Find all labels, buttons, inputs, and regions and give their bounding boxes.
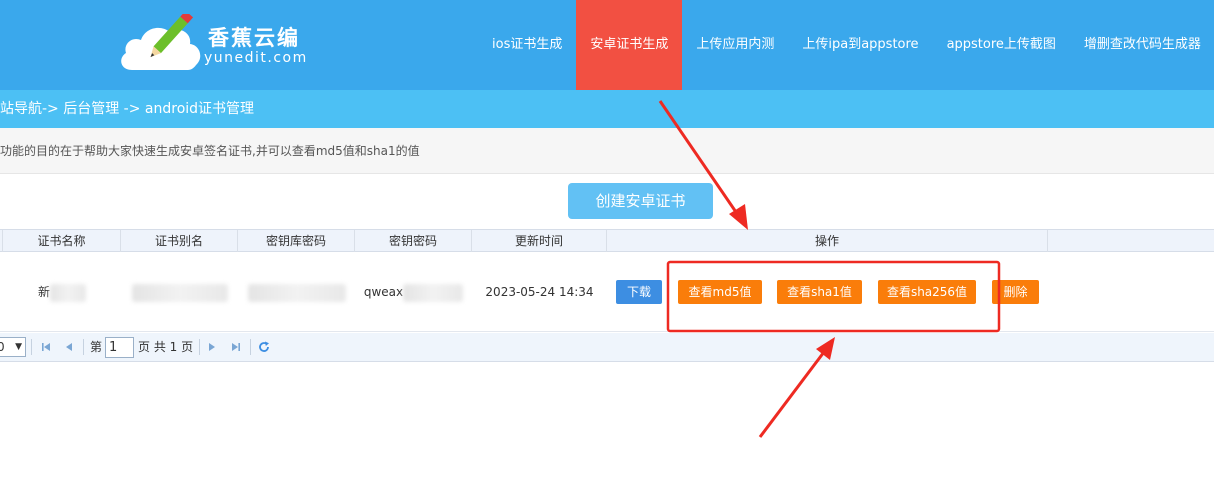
pagination-bar: 0 ▼ 第 1 页 共 1 页 — [0, 333, 1214, 362]
page-size-value: 0 — [0, 340, 5, 354]
cell-key-password: qweax — [355, 252, 472, 332]
brand-logo[interactable]: 香蕉云编 yunedit.com — [118, 14, 318, 78]
refresh-icon[interactable] — [257, 340, 271, 354]
brand-title: 香蕉云编 — [208, 26, 300, 50]
first-page-icon[interactable] — [39, 340, 53, 354]
delete-button[interactable]: 删除 — [992, 280, 1039, 304]
page-label-suffix: 页 共 1 页 — [138, 340, 194, 354]
col-header-alias[interactable]: 证书别名 — [121, 230, 238, 252]
chevron-down-icon: ▼ — [15, 342, 22, 352]
nav-item-android-cert[interactable]: 安卓证书生成 — [576, 0, 683, 90]
cell-name: 新 — [3, 252, 121, 332]
cell-alias — [121, 252, 238, 332]
redacted-blur — [131, 283, 228, 302]
col-header-store-password[interactable]: 密钥库密码 — [238, 230, 355, 252]
redacted-blur — [50, 283, 86, 302]
pager-separator — [83, 339, 84, 355]
nav-item-crud-generator[interactable]: 增删查改代码生成器 — [1070, 0, 1214, 90]
create-android-cert-button[interactable]: 创建安卓证书 — [568, 183, 713, 219]
cloud-pencil-icon — [121, 14, 201, 70]
pager-separator — [250, 339, 251, 355]
col-header-name[interactable]: 证书名称 — [3, 230, 121, 252]
prev-page-icon[interactable] — [62, 340, 76, 354]
page-number-input[interactable]: 1 — [105, 337, 134, 358]
table-row: 新 qweax 2023-05-24 14:34 下载 查看md5值 查看sha… — [0, 252, 1214, 332]
cell-name-text: 新 — [37, 285, 50, 299]
col-header-updated[interactable]: 更新时间 — [472, 230, 607, 252]
main-nav: ios证书生成 安卓证书生成 上传应用内测 上传ipa到appstore app… — [478, 0, 1214, 90]
nav-item-upload-screenshot[interactable]: appstore上传截图 — [933, 0, 1070, 90]
col-header-actions: 操作 — [607, 230, 1048, 252]
nav-item-upload-test[interactable]: 上传应用内测 — [682, 0, 788, 90]
table-header: 证书名称 证书别名 密钥库密码 密钥密码 更新时间 操作 — [0, 229, 1214, 252]
next-page-icon[interactable] — [205, 340, 219, 354]
redacted-blur — [403, 283, 464, 302]
pager-separator — [31, 339, 32, 355]
pager-separator — [199, 339, 200, 355]
nav-item-ios-cert[interactable]: ios证书生成 — [478, 0, 576, 90]
view-md5-button[interactable]: 查看md5值 — [678, 280, 762, 304]
page-description: 功能的目的在于帮助大家快速生成安卓签名证书,并可以查看md5值和sha1的值 — [0, 128, 1214, 174]
cell-updated: 2023-05-24 14:34 — [485, 285, 594, 299]
view-sha1-button[interactable]: 查看sha1值 — [777, 280, 862, 304]
cell-key-password-text: qweax — [363, 285, 404, 299]
page-size-select[interactable]: 0 ▼ — [0, 337, 26, 357]
cell-store-password — [238, 252, 355, 332]
breadcrumb: 站导航-> 后台管理 -> android证书管理 — [0, 90, 1214, 128]
brand-subtitle: yunedit.com — [204, 50, 308, 66]
redacted-blur — [247, 283, 346, 302]
col-header-key-password[interactable]: 密钥密码 — [355, 230, 472, 252]
nav-item-upload-ipa[interactable]: 上传ipa到appstore — [788, 0, 932, 90]
last-page-icon[interactable] — [229, 340, 243, 354]
page-label-prefix: 第 — [90, 340, 103, 354]
view-sha256-button[interactable]: 查看sha256值 — [878, 280, 976, 304]
page: 香蕉云编 yunedit.com ios证书生成 安卓证书生成 上传应用内测 上… — [0, 0, 1214, 486]
download-button[interactable]: 下载 — [616, 280, 662, 304]
top-header: 香蕉云编 yunedit.com ios证书生成 安卓证书生成 上传应用内测 上… — [0, 0, 1214, 90]
